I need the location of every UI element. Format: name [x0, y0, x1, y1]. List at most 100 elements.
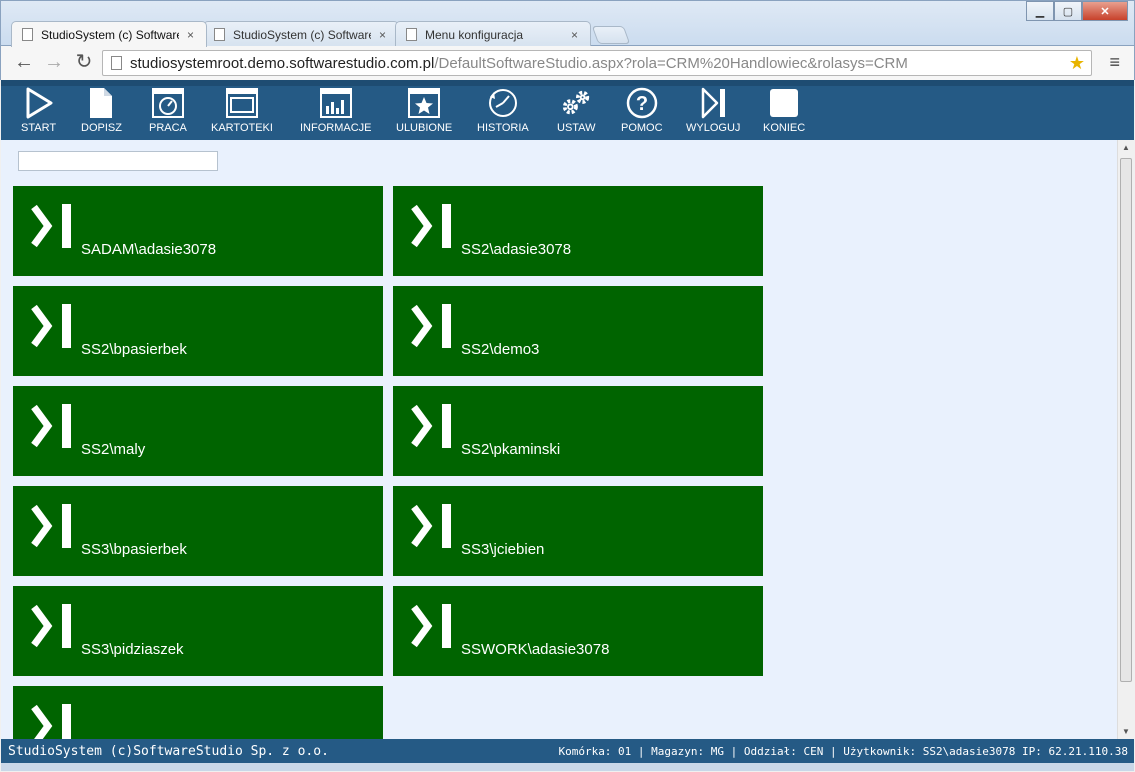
gears-icon: [560, 86, 592, 120]
help-icon: ?: [626, 86, 658, 120]
browser-toolbar: ← → ↻ studiosystemroot.demo.softwarestud…: [0, 46, 1135, 80]
logout-icon: [697, 86, 729, 120]
tile-label: SS3\pidziaszek: [81, 641, 184, 658]
browser-tab[interactable]: StudioSystem (c) Software ×: [11, 21, 207, 47]
maximize-button[interactable]: ▢: [1054, 1, 1082, 21]
tile-label: SS2\demo3: [461, 341, 540, 358]
browser-menu-icon[interactable]: ≡: [1109, 52, 1120, 73]
close-icon[interactable]: ×: [571, 28, 578, 42]
tab-title: Menu konfiguracja: [425, 27, 524, 42]
tab-title: StudioSystem (c) Software: [41, 27, 179, 42]
tile-label: SS2\adasie3078: [461, 241, 572, 258]
user-tile[interactable]: SSWORK\adasie3078: [393, 586, 763, 676]
login-arrow-icon: [411, 204, 451, 248]
url-path: /DefaultSoftwareStudio.aspx?rola=CRM%20H…: [434, 54, 908, 72]
window-icon: [225, 86, 258, 120]
search-input[interactable]: [18, 151, 218, 171]
scrollbar-thumb[interactable]: [1120, 158, 1132, 682]
history-icon: [487, 86, 519, 120]
toolbar-label: KARTOTEKI: [211, 122, 273, 134]
login-arrow-icon: [31, 504, 71, 548]
back-button[interactable]: ←: [13, 52, 35, 72]
login-arrow-icon: [411, 604, 451, 648]
toolbar-label: HISTORIA: [477, 122, 529, 134]
minimize-button[interactable]: ▁: [1026, 1, 1054, 21]
tile-label: SS3\jciebien: [461, 541, 545, 558]
svg-text:?: ?: [636, 93, 648, 115]
toolbar-label: DOPISZ: [81, 122, 122, 134]
tile-label: SSWORK\adasie3078: [461, 641, 610, 658]
tile-label: SS2\maly: [81, 441, 146, 458]
user-tile[interactable]: SS3\bpasierbek: [13, 486, 383, 576]
ulubione-button[interactable]: ULUBIONE: [396, 86, 452, 140]
user-tile[interactable]: SS2\bpasierbek: [13, 286, 383, 376]
browser-tab[interactable]: StudioSystem (c) Software ×: [203, 21, 399, 47]
star-window-icon: [408, 86, 441, 120]
browser-tab[interactable]: Menu konfiguracja ×: [395, 21, 591, 47]
reload-button[interactable]: ↻: [73, 52, 95, 72]
play-icon: [23, 86, 55, 120]
ustaw-button[interactable]: USTAW: [557, 86, 596, 140]
login-arrow-icon: [411, 504, 451, 548]
user-tile[interactable]: SADAM\adasie3078: [13, 186, 383, 276]
close-icon[interactable]: ×: [187, 28, 194, 42]
bar-chart-icon: [319, 86, 352, 120]
clock-window-icon: [151, 86, 184, 120]
copyright-text: StudioSystem (c)SoftwareStudio Sp. z o.o…: [8, 743, 329, 759]
vertical-scrollbar[interactable]: ▲ ▼: [1117, 140, 1134, 739]
toolbar-label: USTAW: [557, 122, 596, 134]
toolbar-label: WYLOGUJ: [686, 122, 741, 134]
app-page: START DOPISZ PRACA KARTOTEKI INFORMACJE: [1, 80, 1134, 771]
toolbar-label: INFORMACJE: [300, 122, 372, 134]
close-window-button[interactable]: ✕: [1082, 1, 1128, 21]
scroll-up-icon[interactable]: ▲: [1122, 143, 1130, 152]
tab-strip: StudioSystem (c) Software × StudioSystem…: [11, 21, 631, 47]
document-icon: [85, 86, 117, 120]
login-arrow-icon: [31, 204, 71, 248]
tile-label: SADAM\adasie3078: [81, 241, 217, 258]
kartoteki-button[interactable]: KARTOTEKI: [211, 86, 273, 140]
praca-button[interactable]: PRACA: [149, 86, 187, 140]
wyloguj-button[interactable]: WYLOGUJ: [686, 86, 740, 140]
tile-label: SS2\bpasierbek: [81, 341, 187, 358]
window-bottom-edge: [1, 763, 1134, 771]
koniec-button[interactable]: KONIEC: [763, 86, 805, 140]
pomoc-button[interactable]: ? POMOC: [621, 86, 663, 140]
toolbar-label: PRACA: [149, 122, 187, 134]
login-arrow-icon: [31, 304, 71, 348]
login-arrow-icon: [31, 404, 71, 448]
user-tile[interactable]: SS2\maly: [13, 386, 383, 476]
toolbar-label: KONIEC: [763, 122, 806, 134]
url-host: studiosystemroot.demo.softwarestudio.com…: [130, 54, 435, 72]
forward-button[interactable]: →: [43, 52, 65, 72]
user-tile[interactable]: SS3\pidziaszek: [13, 586, 383, 676]
new-tab-button[interactable]: [591, 26, 631, 44]
start-button[interactable]: START: [21, 86, 56, 140]
page-icon: [22, 28, 33, 41]
historia-button[interactable]: HISTORIA: [477, 86, 529, 140]
login-arrow-icon: [411, 304, 451, 348]
app-toolbar: START DOPISZ PRACA KARTOTEKI INFORMACJE: [1, 80, 1134, 140]
page-icon: [214, 28, 225, 41]
user-tile[interactable]: SS2\pkaminski: [393, 386, 763, 476]
stop-icon: [768, 86, 800, 120]
user-tile[interactable]: SS2\demo3: [393, 286, 763, 376]
tab-title: StudioSystem (c) Software: [233, 27, 371, 42]
tile-label: SS3\bpasierbek: [81, 541, 187, 558]
user-tile[interactable]: SS3\jciebien: [393, 486, 763, 576]
toolbar-label: POMOC: [621, 122, 663, 134]
informacje-button[interactable]: INFORMACJE: [300, 86, 372, 140]
scroll-down-icon[interactable]: ▼: [1122, 727, 1130, 736]
page-icon: [111, 56, 122, 70]
close-icon[interactable]: ×: [379, 28, 386, 42]
address-bar[interactable]: studiosystemroot.demo.softwarestudio.com…: [102, 50, 1092, 76]
window-controls: ▁ ▢ ✕: [1026, 1, 1128, 21]
user-tile[interactable]: [13, 686, 383, 739]
toolbar-label: START: [21, 122, 57, 134]
status-bar: StudioSystem (c)SoftwareStudio Sp. z o.o…: [1, 739, 1134, 763]
user-tile[interactable]: SS2\adasie3078: [393, 186, 763, 276]
dopisz-button[interactable]: DOPISZ: [81, 86, 122, 140]
login-arrow-icon: [411, 404, 451, 448]
login-arrow-icon: [31, 604, 71, 648]
bookmark-star-icon[interactable]: ★: [1069, 53, 1085, 74]
